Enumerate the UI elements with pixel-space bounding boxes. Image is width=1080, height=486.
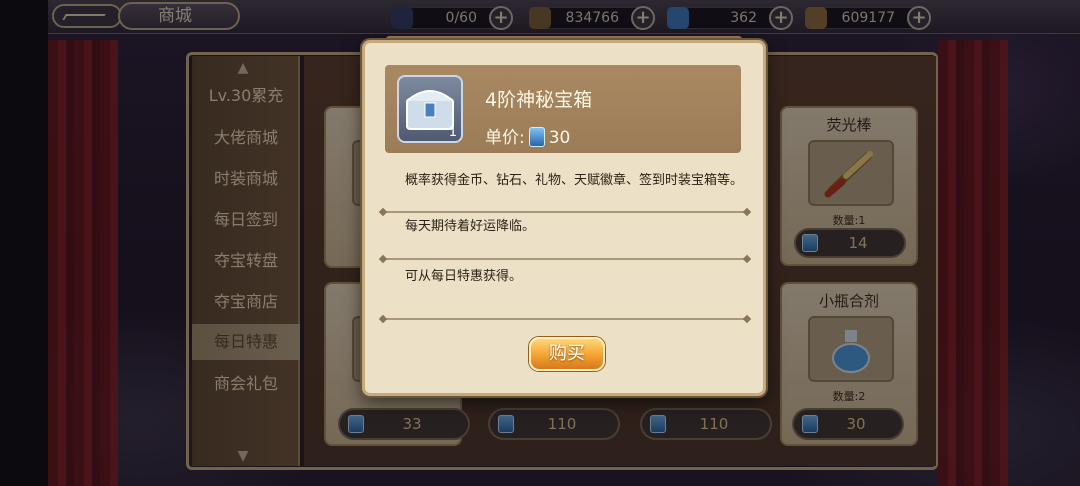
treasure-chest-icon: 1 [397,75,463,143]
item-title: 4阶神秘宝箱 [485,89,593,111]
divider [383,211,747,213]
item-flavor-text: 每天期待着好运降临。 [405,219,536,234]
item-count: 1 [448,125,457,140]
buy-button[interactable]: 购买 [529,337,605,371]
popup-header: 1 4阶神秘宝箱 单价: 30 [385,65,741,153]
game-screen: 商城 0/60 + 834766 + 362 + 609177 + Lv.30累… [0,0,1080,486]
divider [383,318,747,320]
item-price: 单价: 30 [485,123,570,148]
item-description: 概率获得金币、钻石、礼物、天赋徽章、签到时装宝箱等。 [405,173,744,188]
divider [383,258,747,260]
diamond-icon [528,127,545,147]
price-label: 单价: [485,128,525,148]
item-source: 可从每日特惠获得。 [405,269,523,284]
item-detail-popup: 1 4阶神秘宝箱 单价: 30 概率获得金币、钻石、礼物、天赋徽章、签到时装宝箱等… [362,40,766,396]
price-value: 30 [548,128,571,148]
